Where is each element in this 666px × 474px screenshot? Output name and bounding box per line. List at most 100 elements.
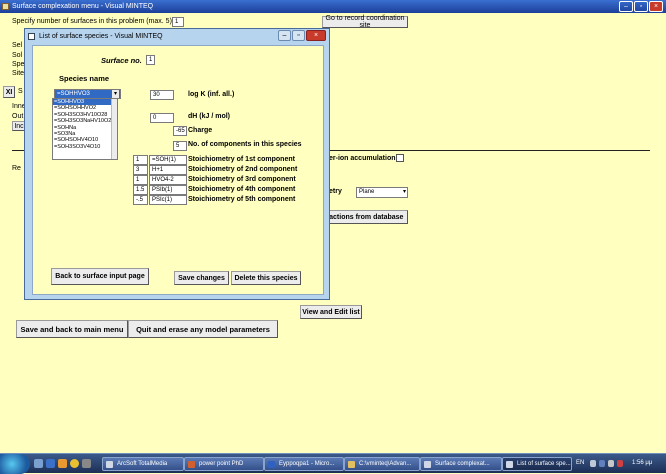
- stoich-label-4: Stoichiometry of 4th component: [188, 186, 296, 193]
- stoich-label-2: Stoichiometry of 2nd component: [188, 166, 298, 173]
- stoich-comp-4[interactable]: PSIb(1): [149, 185, 187, 195]
- species-name-label: Species name: [59, 74, 110, 83]
- taskbar: ArcSoft TotalMedia power point PhD Eyppo…: [0, 453, 666, 474]
- back-to-surface-button[interactable]: Back to surface input page: [51, 268, 149, 285]
- surface-species-dialog: List of surface species - Visual MINTEQ …: [24, 28, 330, 300]
- surface-no-input[interactable]: 1: [146, 55, 155, 65]
- window-icon: [424, 461, 431, 468]
- view-edit-button[interactable]: View and Edit list: [300, 305, 362, 319]
- alert-icon[interactable]: [617, 460, 623, 467]
- num-surfaces-label: Specify number of surfaces in this probl…: [12, 18, 172, 25]
- plane-select[interactable]: Plane ▾: [356, 187, 408, 198]
- dh-input[interactable]: 0: [150, 113, 174, 123]
- chrome-icon[interactable]: [70, 459, 79, 468]
- start-button[interactable]: [0, 454, 30, 474]
- reactions-db-button[interactable]: reactions from database: [318, 210, 408, 224]
- re-label: Re: [12, 165, 21, 172]
- main-window-title: Surface complexation menu - Visual MINTE…: [12, 3, 154, 10]
- delete-species-button[interactable]: Delete this species: [231, 271, 301, 285]
- counterion-label: er-ion accumulation: [329, 155, 396, 162]
- arcsoft-icon: [106, 461, 113, 468]
- firefox-icon[interactable]: [58, 459, 67, 468]
- ncomp-label: No. of components in this species: [188, 141, 302, 148]
- charge-input[interactable]: -65: [173, 126, 187, 136]
- taskbar-item-label: C:\vminteq\Advan...: [359, 461, 412, 467]
- list-item[interactable]: =SOH3SO3V4O10: [53, 144, 117, 150]
- media-icon[interactable]: [82, 459, 91, 468]
- stoich-comp-2[interactable]: H+1: [149, 165, 187, 175]
- folder-icon: [348, 461, 355, 468]
- ncomp-input[interactable]: 5: [173, 141, 187, 151]
- xi-button[interactable]: XI: [3, 86, 15, 98]
- network-icon[interactable]: [599, 460, 605, 467]
- language-indicator[interactable]: EN: [576, 460, 584, 466]
- left-fragment-2: Sol: [12, 52, 23, 59]
- quit-erase-button[interactable]: Quit and erase any model parameters: [128, 320, 278, 338]
- stoich-coef-5[interactable]: -.5: [133, 195, 148, 205]
- stoich-label-1: Stoichiometry of 1st component: [188, 156, 295, 163]
- counterion-checkbox[interactable]: [396, 154, 404, 162]
- main-title-bar: Surface complexation menu - Visual MINTE…: [0, 0, 666, 13]
- taskbar-item-label: Surface complexat...: [435, 461, 490, 467]
- clock[interactable]: 1:56 μμ: [632, 460, 652, 466]
- taskbar-item-arcsoft[interactable]: ArcSoft TotalMedia: [102, 457, 184, 471]
- surface-no-label: Surface no.: [101, 56, 142, 65]
- app-icon: [2, 3, 9, 10]
- tray-icon[interactable]: [590, 460, 596, 467]
- save-back-button[interactable]: Save and back to main menu: [16, 320, 128, 338]
- dialog-maximize-icon[interactable]: ▫: [292, 30, 305, 41]
- logk-input[interactable]: 30: [150, 90, 174, 100]
- left-fragment-3: Spe: [12, 61, 25, 68]
- taskbar-item-explorer[interactable]: C:\vminteq\Advan...: [344, 457, 420, 471]
- taskbar-item-powerpoint[interactable]: power point PhD: [184, 457, 264, 471]
- outer-label: Out: [12, 113, 24, 120]
- dh-label: dH (kJ / mol): [188, 113, 231, 120]
- list-item[interactable]: =SOH3SO3NaHV10O28: [53, 118, 117, 124]
- species-dropdown-list[interactable]: =SOHHVO3 =SOHSOHHVO2 =SOH3SO3HV10O28 =SO…: [52, 98, 118, 160]
- s-label: S: [18, 88, 23, 95]
- stoich-comp-5[interactable]: PSIc(1): [149, 195, 187, 205]
- num-surfaces-input[interactable]: 1: [172, 17, 184, 27]
- stoich-label-3: Stoichiometry of 3rd component: [188, 176, 296, 183]
- stoich-coef-3[interactable]: 1: [133, 175, 148, 185]
- stoich-coef-1[interactable]: 1: [133, 155, 148, 165]
- taskbar-item-surface[interactable]: Surface complexat...: [420, 457, 502, 471]
- species-combo-value: =SOHHVO3: [57, 91, 90, 97]
- save-changes-button[interactable]: Save changes: [174, 271, 229, 285]
- charge-label: Charge: [188, 127, 213, 134]
- list-scrollbar[interactable]: [111, 99, 117, 159]
- taskbar-item-word[interactable]: Eyppoqpa1 - Micro...: [264, 457, 344, 471]
- goto-record-button[interactable]: Go to record coordination site: [322, 15, 408, 29]
- dialog-icon: [28, 33, 35, 40]
- taskbar-item-label: ArcSoft TotalMedia: [117, 461, 168, 467]
- ie-icon[interactable]: [46, 459, 55, 468]
- taskbar-item-label: List of surface spe...: [517, 461, 571, 467]
- chevron-down-icon: ▾: [402, 189, 406, 195]
- stoich-label-5: Stoichiometry of 5th component: [188, 196, 296, 203]
- stoich-coef-2[interactable]: 3: [133, 165, 148, 175]
- dialog-minimize-icon[interactable]: –: [278, 30, 291, 41]
- stoich-comp-1[interactable]: =SOH(1): [149, 155, 187, 165]
- dialog-title-bar: List of surface species - Visual MINTEQ …: [25, 29, 329, 44]
- volume-icon[interactable]: [608, 460, 614, 467]
- dialog-close-icon[interactable]: ×: [306, 30, 326, 41]
- etry-label: etry: [329, 188, 342, 195]
- stoich-comp-3[interactable]: HVO4-2: [149, 175, 187, 185]
- powerpoint-icon: [188, 461, 195, 468]
- window-icon: [506, 461, 513, 468]
- taskbar-item-label: power point PhD: [199, 461, 244, 467]
- taskbar-item-species[interactable]: List of surface spe...: [502, 457, 572, 471]
- maximize-icon[interactable]: ▫: [634, 1, 648, 12]
- stoich-coef-4[interactable]: 1.5: [133, 185, 148, 195]
- minimize-icon[interactable]: –: [619, 1, 633, 12]
- taskbar-item-label: Eyppoqpa1 - Micro...: [279, 461, 335, 467]
- chevron-down-icon[interactable]: ▾: [112, 90, 119, 98]
- left-fragment-1: Sel: [12, 42, 23, 49]
- show-desktop-icon[interactable]: [34, 459, 43, 468]
- dialog-title: List of surface species - Visual MINTEQ: [39, 33, 163, 40]
- separator-right: [330, 150, 650, 151]
- dialog-body: Surface no. 1 Species name =SOHHVO3 ▾ 30…: [32, 45, 324, 295]
- left-fragment-4: Site: [12, 70, 25, 77]
- logk-label: log K (inf. all.): [188, 91, 235, 98]
- close-icon[interactable]: ×: [649, 1, 663, 12]
